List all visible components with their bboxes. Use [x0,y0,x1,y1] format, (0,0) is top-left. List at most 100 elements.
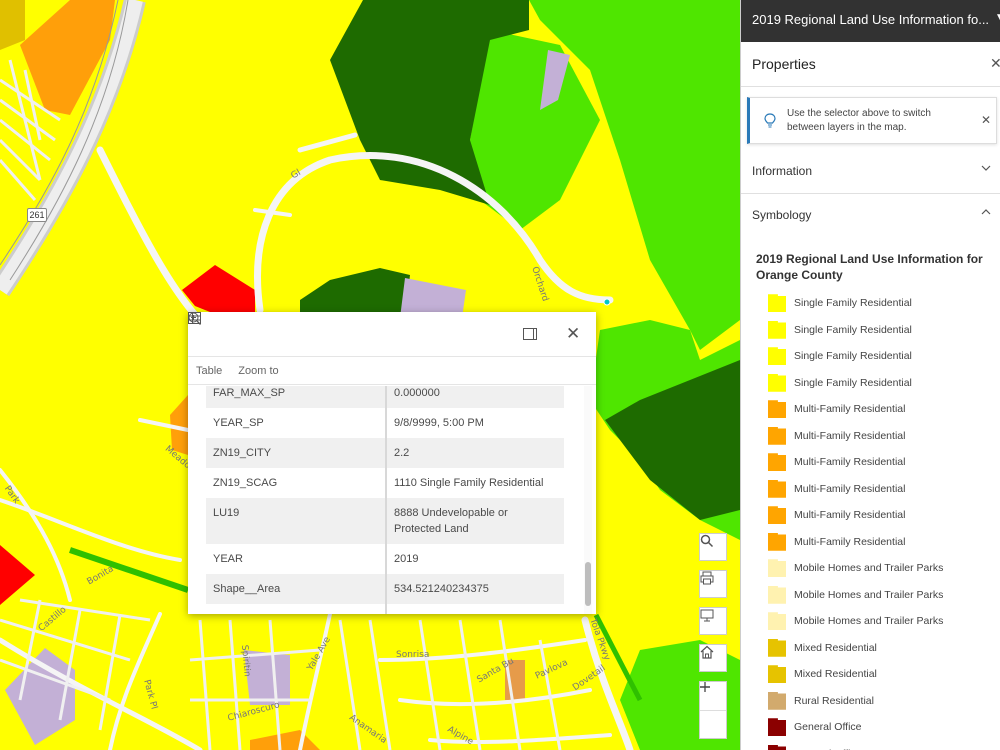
chevron-up-icon [981,209,991,215]
attribute-row: Shape__Length94.57209713917446 [206,604,564,614]
legend-label: Single Family Residential [794,297,912,310]
legend-swatch-icon [768,347,786,366]
legend-swatch-icon [768,718,786,737]
information-section[interactable]: Information [741,150,1000,194]
zoom-to-action-label: Zoom to [238,364,279,377]
side-panel: 2019 Regional Land Use Information fo...… [740,0,1000,750]
search-icon [700,534,714,548]
attribute-key: ZN19_CITY [206,438,387,468]
attribute-key: Shape__Length [206,604,387,614]
popup-scrollbar[interactable] [584,386,592,614]
legend-item: Mixed Residential [768,635,988,662]
legend-swatch-icon [768,612,786,631]
attribute-row: YEAR 2019 [206,544,564,574]
scrollbar-thumb[interactable] [585,562,591,606]
popup-close-button[interactable]: ✕ [566,324,580,344]
legend-list: Single Family Residential Single Family R… [768,290,988,750]
attribute-key: Shape__Area [206,574,387,604]
popup-body[interactable]: FAR_MAX_SP 0.000000 YEAR_SP 9/8/9999, 5:00 … [188,386,596,614]
screen-tool-button[interactable] [699,607,727,635]
legend-swatch-icon [768,320,786,339]
properties-title: Properties [752,56,816,72]
print-tool-button[interactable] [699,570,727,598]
legend-swatch-icon [768,426,786,445]
legend-swatch-icon [768,506,786,525]
legend-label: Multi-Family Residential [794,403,906,416]
legend-swatch-icon [768,294,786,313]
notice-close-button[interactable]: ✕ [981,113,991,127]
legend-label: Single Family Residential [794,350,912,363]
attribute-key: FAR_MAX_SP [206,386,387,408]
legend-item: General Office [768,714,988,741]
chevron-down-icon[interactable]: ▼ [995,12,1000,23]
legend-item: Single Family Residential [768,370,988,397]
legend-swatch-icon [768,691,786,710]
information-label: Information [752,164,813,178]
legend-label: Mobile Homes and Trailer Parks [794,562,944,575]
legend-item: Mixed Residential [768,661,988,688]
legend-item: Single Family Residential [768,317,988,344]
legend-swatch-icon [768,638,786,657]
attribute-value: 1110 Single Family Residential [394,477,544,489]
home-button[interactable] [699,644,727,672]
legend-swatch-icon [768,400,786,419]
legend-swatch-icon [768,479,786,498]
legend-item: Multi-Family Residential [768,396,988,423]
legend-swatch-icon [768,532,786,551]
legend-label: Multi-Family Residential [794,509,906,522]
attribute-value: 534.521240234375 [394,583,489,595]
legend-swatch-icon [768,744,786,750]
legend-label: Single Family Residential [794,376,912,389]
app-root: 261 Orchard Meado Park Castillo Bonita P… [0,0,1000,750]
legend-item: Multi-Family Residential [768,529,988,556]
attribute-value: 8888 Undevelopable or Protected Land [394,507,508,535]
properties-close-button[interactable]: ✕ [990,55,1000,72]
legend-label: Multi-Family Residential [794,482,906,495]
layer-notice: Use the selector above to switch between… [747,97,997,144]
selection-marker[interactable] [603,298,611,306]
symbology-section[interactable]: Symbology [741,194,1000,238]
attribute-row: LU19 8888 Undevelopable or Protected Land [206,498,564,544]
attribute-value: 94.57209713917446 [386,604,564,614]
legend-swatch-icon [768,665,786,684]
legend-label: Multi-Family Residential [794,456,906,469]
attribute-table: FAR_MAX_SP 0.000000 YEAR_SP 9/8/9999, 5:00 … [206,386,564,614]
highway-shield: 261 [27,208,47,222]
popup-actions: Table Zoom to [188,312,596,385]
legend-swatch-icon [768,373,786,392]
legend-item: Mobile Homes and Trailer Parks [768,582,988,609]
attribute-row: YEAR_SP 9/8/9999, 5:00 PM [206,408,564,438]
dock-icon[interactable] [523,328,537,340]
legend-item: Mobile Homes and Trailer Parks [768,555,988,582]
zoom-out-button[interactable] [700,686,726,738]
symbology-label: Symbology [752,208,812,222]
minus-icon [700,686,710,688]
legend-swatch-icon [768,453,786,472]
zoom-to-action[interactable]: Zoom to [188,312,279,377]
attribute-key: YEAR [206,544,387,574]
attribute-key: LU19 [206,498,387,544]
legend-label: Rural Residential [794,694,874,707]
legend-swatch-icon [768,559,786,578]
legend-label: Mixed Residential [794,641,877,654]
legend-item: Single Family Residential [768,343,988,370]
legend-label: General Office [794,721,862,734]
legend-item: Single Family Residential [768,290,988,317]
attribute-value: 2.2 [394,447,410,459]
lightbulb-icon [764,113,776,128]
facility-parcel-south[interactable] [244,650,290,705]
legend-item: Mobile Homes and Trailer Parks [768,608,988,635]
legend-item: Multi-Family Residential [768,449,988,476]
chevron-down-icon [981,165,991,171]
layer-selector[interactable]: 2019 Regional Land Use Information fo...… [741,0,1000,42]
attribute-value: 9/8/9999, 5:00 PM [394,417,484,429]
map-view[interactable]: 261 Orchard Meado Park Castillo Bonita P… [0,0,740,750]
search-tool-button[interactable] [699,533,727,561]
legend-item: Multi-Family Residential [768,476,988,503]
legend-item: Multi-Family Residential [768,502,988,529]
monitor-icon [700,609,714,622]
print-icon [700,571,714,585]
table-action[interactable]: Table [188,312,222,377]
attribute-row: ZN19_SCAG 1110 Single Family Residential [206,468,564,498]
legend-swatch-icon [768,585,786,604]
